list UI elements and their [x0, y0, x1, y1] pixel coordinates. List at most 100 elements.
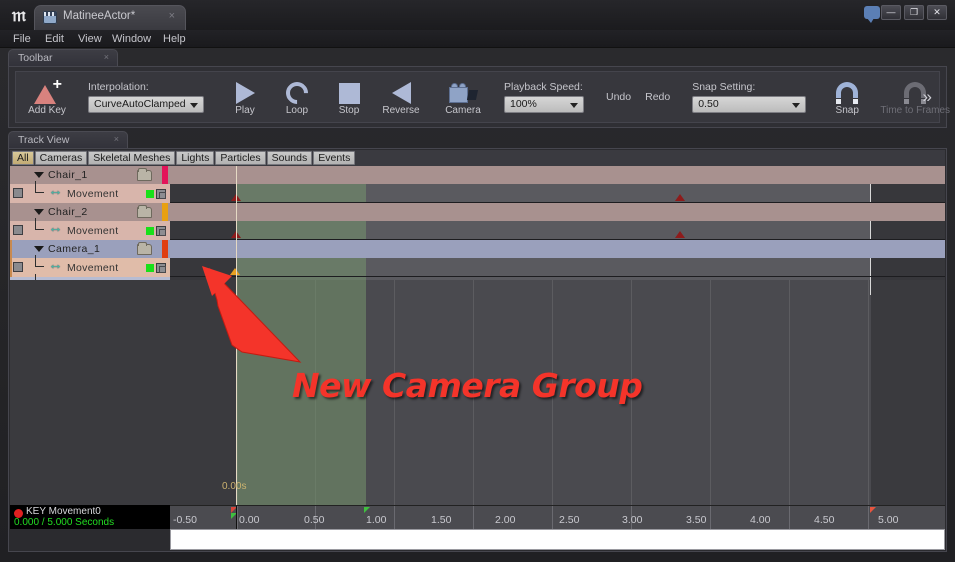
toolbar-group-snap-setting: Snap Setting: 0.50: [682, 72, 816, 122]
menu-help[interactable]: Help: [158, 32, 191, 46]
minimize-button[interactable]: —: [881, 5, 901, 20]
snap-toggle-button[interactable]: Snap: [821, 72, 873, 122]
track-options-icon[interactable]: [156, 189, 166, 199]
tab-matinee-actor[interactable]: MatineeActor* ×: [34, 5, 186, 30]
loop-icon: [281, 77, 313, 109]
feedback-chat-icon[interactable]: [864, 6, 880, 23]
track-name: Movement: [67, 188, 119, 200]
chevron-down-icon: [570, 103, 578, 108]
camera-icon: [449, 83, 479, 104]
reverse-button[interactable]: Reverse: [375, 72, 427, 122]
group-name: Chair_2: [48, 206, 88, 218]
play-icon: [235, 82, 255, 104]
tab-label: MatineeActor*: [63, 10, 136, 22]
filter-tab-lights[interactable]: Lights: [176, 151, 215, 165]
interpolation-dropdown[interactable]: CurveAutoClamped: [88, 96, 204, 113]
expand-arrow-icon[interactable]: [34, 209, 44, 215]
close-icon[interactable]: ×: [114, 134, 119, 144]
interpolation-value: CurveAutoClamped: [94, 98, 186, 110]
filter-tab-particles[interactable]: Particles: [215, 151, 266, 165]
add-key-button[interactable]: + Add Key: [21, 72, 73, 122]
redo-button[interactable]: Redo: [638, 91, 677, 103]
loop-button[interactable]: Loop: [271, 72, 323, 122]
play-button[interactable]: Play: [219, 72, 271, 122]
folder-icon[interactable]: [137, 242, 152, 255]
filter-tab-skeletal-meshes[interactable]: Skeletal Meshes: [88, 151, 176, 165]
filter-tab-bar: All Cameras Skeletal Meshes Lights Parti…: [10, 150, 945, 166]
filter-tab-sounds[interactable]: Sounds: [266, 151, 313, 165]
clapperboard-icon: [43, 11, 57, 24]
track-view-panel: All Cameras Skeletal Meshes Lights Parti…: [8, 148, 947, 552]
track-row-camera1-movement[interactable]: Movement: [10, 255, 170, 277]
keyframe-marker[interactable]: [675, 194, 685, 201]
annotation-label: New Camera Group: [292, 366, 643, 405]
panel-tab-track-view-label: Track View: [18, 134, 70, 146]
loop-end-marker[interactable]: [364, 507, 370, 513]
timeline-track-chair2-movement[interactable]: [170, 221, 945, 240]
playback-speed-label: Playback Speed:: [504, 81, 583, 93]
timeline-track-chair1-movement[interactable]: [170, 184, 945, 203]
track-options-icon[interactable]: [156, 226, 166, 236]
toolbar-group-camera: Camera: [432, 72, 494, 122]
loop-label: Loop: [285, 105, 309, 116]
panel-tab-toolbar[interactable]: Toolbar ×: [8, 49, 118, 66]
track-row-chair2-movement[interactable]: Movement: [10, 218, 170, 240]
undo-button[interactable]: Undo: [599, 91, 638, 103]
chevron-down-icon: [190, 103, 198, 108]
status-box: KEY Movement0 0.000 / 5.000 Seconds: [10, 505, 170, 529]
ruler-label: 2.50: [559, 514, 580, 526]
sequence-end-marker[interactable]: [870, 507, 876, 513]
toolbar: + Add Key Interpolation: CurveAutoClampe…: [8, 66, 950, 128]
group-name: Chair_1: [48, 169, 88, 181]
expand-arrow-icon[interactable]: [34, 246, 44, 252]
snap-setting-dropdown[interactable]: 0.50: [692, 96, 807, 113]
movement-arrows-icon: [48, 256, 64, 273]
keyframe-marker[interactable]: [675, 231, 685, 238]
matinee-editor-window: 𝔪 MatineeActor* × — ❐ ✕ File Edit View W…: [0, 0, 955, 562]
menu-edit[interactable]: Edit: [40, 32, 69, 46]
group-header-chair-1[interactable]: Chair_1: [10, 166, 170, 184]
keyframe-marker-selected[interactable]: [230, 268, 240, 275]
group-name: Camera_1: [48, 243, 101, 255]
play-label: Play: [235, 105, 255, 116]
stop-button[interactable]: Stop: [323, 72, 375, 122]
playback-speed-dropdown[interactable]: 100%: [504, 96, 584, 113]
group-header-chair-2[interactable]: Chair_2: [10, 203, 170, 221]
track-name: Movement: [67, 225, 119, 237]
folder-icon[interactable]: [137, 168, 152, 181]
timeline-ruler[interactable]: -0.50 0.00 0.50 1.00 1.50 2.00 2.50 3.00…: [170, 505, 945, 529]
track-enable-checkbox[interactable]: [13, 225, 23, 235]
snap-setting-value: 0.50: [698, 98, 719, 110]
menu-window[interactable]: Window: [107, 32, 156, 46]
track-active-indicator: [146, 264, 154, 272]
close-button[interactable]: ✕: [927, 5, 947, 20]
close-icon[interactable]: ×: [104, 52, 109, 62]
track-active-indicator: [146, 227, 154, 235]
menu-file[interactable]: File: [8, 32, 36, 46]
track-options-icon[interactable]: [156, 263, 166, 273]
group-header-camera-1[interactable]: Camera_1: [10, 240, 170, 258]
panel-tab-track-view[interactable]: Track View ×: [8, 131, 128, 148]
timeline-track-camera1-movement[interactable]: [170, 258, 945, 277]
track-row-chair1-movement[interactable]: Movement: [10, 181, 170, 203]
ruler-label: 4.00: [750, 514, 771, 526]
filter-tab-all[interactable]: All: [12, 151, 34, 165]
selected-key-label: KEY Movement0: [26, 506, 101, 517]
close-icon[interactable]: ×: [169, 10, 175, 22]
maximize-button[interactable]: ❐: [904, 5, 924, 20]
track-enable-checkbox[interactable]: [13, 188, 23, 198]
track-enable-checkbox[interactable]: [13, 262, 23, 272]
time-to-frames-button[interactable]: Time to Frames: [873, 72, 955, 122]
camera-button[interactable]: Camera: [437, 72, 489, 122]
folder-icon[interactable]: [137, 205, 152, 218]
horizontal-scrollbar[interactable]: [170, 529, 945, 550]
filter-tab-cameras[interactable]: Cameras: [34, 151, 88, 165]
expand-arrow-icon[interactable]: [34, 172, 44, 178]
filter-tab-events[interactable]: Events: [313, 151, 356, 165]
toolbar-overflow-button[interactable]: »: [923, 87, 932, 107]
track-name: Movement: [67, 262, 119, 274]
track-active-indicator: [146, 190, 154, 198]
ruler-label: 0.00: [239, 514, 260, 526]
menu-view[interactable]: View: [73, 32, 107, 46]
time-position-label: 0.000 / 5.000 Seconds: [14, 517, 115, 528]
